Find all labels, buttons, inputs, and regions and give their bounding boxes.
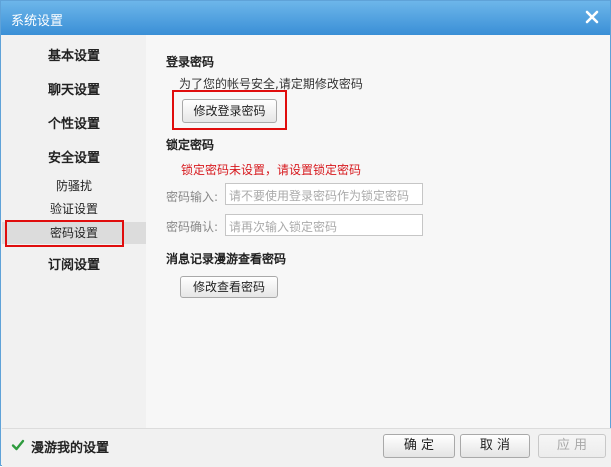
change-view-password-button[interactable]: 修改查看密码 — [180, 276, 278, 298]
close-icon — [585, 10, 599, 24]
lock-password-input[interactable]: 请不要使用登录密码作为锁定密码 — [225, 183, 423, 205]
roam-settings-checkbox[interactable] — [11, 437, 25, 451]
ok-button[interactable]: 确 定 — [383, 434, 455, 458]
settings-footer: 漫游我的设置 确 定 取 消 应 用 — [2, 428, 611, 467]
window-title: 系统设置 — [11, 14, 64, 29]
title-bar: 系统设置 — [1, 1, 610, 35]
sidebar-item-security[interactable]: 安全设置 — [2, 147, 146, 166]
lock-password-warning: 锁定密码未设置，请设置锁定密码 — [181, 163, 362, 177]
sidebar-item-chat[interactable]: 聊天设置 — [2, 79, 146, 98]
settings-window: 系统设置 基本设置 聊天设置 个性设置 安全设置 防骚扰 验证设置 密码设置 订… — [0, 0, 611, 467]
password-input-label: 密码输入: — [166, 190, 219, 204]
lock-password-title: 锁定密码 — [166, 138, 215, 152]
cancel-button[interactable]: 取 消 — [460, 434, 530, 458]
sidebar-item-anti-harassment[interactable]: 防骚扰 — [2, 177, 146, 195]
roam-settings-label: 漫游我的设置 — [31, 441, 110, 456]
apply-button[interactable]: 应 用 — [538, 434, 606, 458]
settings-content: 登录密码 为了您的帐号安全,请定期修改密码 修改登录密码 锁定密码 锁定密码未设… — [146, 35, 610, 428]
password-confirm-label: 密码确认: — [166, 220, 219, 234]
checkmark-icon — [11, 439, 25, 451]
sidebar-item-basic[interactable]: 基本设置 — [2, 45, 146, 64]
sidebar-item-verification[interactable]: 验证设置 — [2, 200, 146, 218]
lock-password-confirm-input[interactable]: 请再次输入锁定密码 — [225, 214, 423, 236]
settings-sidebar: 基本设置 聊天设置 个性设置 安全设置 防骚扰 验证设置 密码设置 订阅设置 — [2, 35, 146, 428]
close-button[interactable] — [580, 5, 604, 29]
sidebar-item-subscription[interactable]: 订阅设置 — [2, 254, 146, 273]
sidebar-item-password[interactable]: 密码设置 — [2, 222, 146, 244]
login-password-title: 登录密码 — [166, 55, 215, 69]
change-login-password-button[interactable]: 修改登录密码 — [182, 99, 277, 123]
message-record-password-title: 消息记录漫游查看密码 — [166, 252, 287, 266]
sidebar-item-personal[interactable]: 个性设置 — [2, 113, 146, 132]
login-password-description: 为了您的帐号安全,请定期修改密码 — [179, 77, 363, 91]
